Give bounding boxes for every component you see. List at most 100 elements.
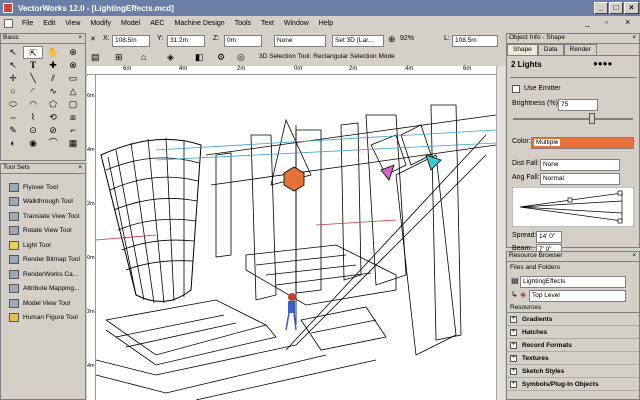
dimension-tool-icon[interactable]: ⇔ <box>3 111 23 124</box>
doc-close-icon[interactable]: × <box>625 17 630 27</box>
oip-close-icon[interactable]: × <box>632 34 636 41</box>
3d-selection-tool-icon[interactable]: ⇱ <box>23 46 43 59</box>
file-select[interactable]: LightingEffects <box>520 276 626 288</box>
light-spread-diagram[interactable] <box>512 187 634 227</box>
render-bitmap-tool[interactable]: Render Bitmap Tool <box>1 253 85 268</box>
resource-textures[interactable]: + Textures <box>507 352 639 365</box>
polygon-tool-icon[interactable]: ⬠ <box>43 98 63 111</box>
resource-sketch-styles[interactable]: + Sketch Styles <box>507 365 639 378</box>
menu-window[interactable]: Window <box>279 20 314 27</box>
document-icon[interactable] <box>4 18 13 28</box>
eyedropper-tool-icon[interactable]: ✎ <box>3 124 23 137</box>
use-emitter-checkbox[interactable] <box>512 85 520 93</box>
zoom-tool-icon[interactable]: ⊕ <box>63 46 83 59</box>
z-field[interactable]: 0m <box>224 35 262 47</box>
spiral-tool-icon[interactable]: ◠ <box>23 98 43 111</box>
zoom-icon[interactable]: ⊕ <box>388 34 396 45</box>
view-icon[interactable]: ▤ <box>91 52 100 63</box>
standard-views-icon[interactable]: ⊞ <box>115 52 123 63</box>
renderworks-camera-tool[interactable]: RenderWorks Ca... <box>1 267 85 282</box>
expand-icon[interactable]: + <box>510 341 517 349</box>
light-object-cyan[interactable] <box>425 154 442 171</box>
menu-model[interactable]: Model <box>116 20 145 27</box>
tool-icon[interactable]: ⚙ <box>217 52 225 63</box>
rounded-rect-tool-icon[interactable]: ▢ <box>63 98 83 111</box>
color-swatch[interactable]: Multiple <box>531 137 634 149</box>
connect-tool-icon[interactable]: ⌐ <box>63 124 83 137</box>
circle-tool-icon[interactable]: ○ <box>3 85 23 98</box>
x-field[interactable]: 108.5m <box>112 35 150 47</box>
menu-view[interactable]: View <box>60 20 85 27</box>
maximize-button[interactable]: □ <box>609 2 623 14</box>
light-tool[interactable]: Light Tool <box>1 238 85 253</box>
symbol-tool-icon[interactable]: ▦ <box>63 137 83 150</box>
expand-icon[interactable]: + <box>510 380 517 388</box>
trim-tool-icon[interactable]: ⌒ <box>43 137 63 150</box>
polyline-tool-icon[interactable]: △ <box>63 85 83 98</box>
tab-data[interactable]: Data <box>537 44 564 55</box>
line-tool-icon[interactable]: ╲ <box>23 72 43 85</box>
clip-tool-icon[interactable]: ⊙ <box>23 124 43 137</box>
translate-view-tool[interactable]: Translate View Tool <box>1 209 85 224</box>
menu-tools[interactable]: Tools <box>230 20 256 27</box>
menu-edit[interactable]: Edit <box>38 20 60 27</box>
mirror-tool-icon[interactable]: ⟲ <box>43 111 63 124</box>
more-options-icon[interactable]: ●●●● <box>593 59 612 68</box>
doc-minimize-icon[interactable]: _ <box>585 18 589 27</box>
human-figure[interactable] <box>285 293 297 331</box>
attribute-tool-icon[interactable]: ◐ <box>3 137 23 150</box>
y-field[interactable]: 31.2m <box>167 35 205 47</box>
spread-field[interactable]: 14' 0" <box>536 231 562 243</box>
ang-fall-select[interactable]: Normal <box>540 173 620 185</box>
l-field[interactable]: 108.5m <box>452 35 498 47</box>
double-line-tool-icon[interactable]: ⫽ <box>43 72 63 85</box>
walkthrough-tool[interactable]: Walkthrough Tool <box>1 195 85 210</box>
rb-close-icon[interactable]: × <box>632 252 636 259</box>
human-figure-tool[interactable]: Human Figure Tool <box>1 311 85 326</box>
brightness-slider-thumb[interactable] <box>589 113 595 124</box>
resource-hatches[interactable]: + Hatches <box>507 326 639 339</box>
brightness-field[interactable]: 75 <box>558 99 598 111</box>
arc-tool-icon[interactable]: ◜ <box>23 85 43 98</box>
render-icon[interactable]: ◈ <box>167 52 174 63</box>
offset-tool-icon[interactable]: ⧈ <box>63 111 83 124</box>
split-tool-icon[interactable]: ⊘ <box>43 124 63 137</box>
oval-tool-icon[interactable]: ⬭ <box>3 98 23 111</box>
menu-help[interactable]: Help <box>314 20 338 27</box>
level-select[interactable]: Top Level <box>529 290 626 302</box>
text-tool-icon[interactable]: T <box>23 59 43 72</box>
rotate-view-tool[interactable]: Rotate View Tool <box>1 224 85 239</box>
resource-gradients[interactable]: + Gradients <box>507 313 639 326</box>
expand-icon[interactable]: + <box>510 367 517 375</box>
home-icon[interactable]: ⌂ <box>141 52 146 62</box>
projection-icon[interactable]: ◧ <box>195 52 204 63</box>
rectangle-tool-icon[interactable]: ▭ <box>63 72 83 85</box>
minimize-button[interactable]: _ <box>594 2 608 14</box>
dist-fall-select[interactable]: None <box>540 159 620 171</box>
locus-tool-icon[interactable]: ✛ <box>3 72 23 85</box>
walkthrough-tool-icon[interactable]: ✚ <box>43 59 63 72</box>
tab-render[interactable]: Render <box>563 44 597 55</box>
menu-aec[interactable]: AEC <box>145 20 169 27</box>
menu-text[interactable]: Text <box>256 20 279 27</box>
resource-record-formats[interactable]: + Record Formats <box>507 339 639 352</box>
pan-tool-icon[interactable]: ✋ <box>43 46 63 59</box>
class-select[interactable]: None <box>274 35 326 47</box>
light-object-magenta[interactable] <box>380 164 395 181</box>
vertical-scrollbar[interactable] <box>496 66 505 400</box>
menu-file[interactable]: File <box>17 20 38 27</box>
expand-icon[interactable]: + <box>510 328 517 336</box>
expand-icon[interactable]: + <box>510 315 517 323</box>
close-button[interactable]: × <box>624 2 639 14</box>
model-view-tool[interactable]: Model View Tool <box>1 296 85 311</box>
light-object-orange[interactable] <box>283 166 305 192</box>
toolsets-close-icon[interactable]: × <box>78 164 82 171</box>
attribute-mapping-tool[interactable]: Attribute Mapping... <box>1 282 85 297</box>
wireframe-canvas[interactable] <box>96 75 496 400</box>
wireframe-model[interactable] <box>96 75 496 400</box>
rotate-tool-icon[interactable]: ⊗ <box>63 59 83 72</box>
palette-close-icon[interactable]: × <box>78 34 82 41</box>
menu-machine-design[interactable]: Machine Design <box>170 20 230 27</box>
freehand-tool-icon[interactable]: ∿ <box>43 85 63 98</box>
resource-symbols[interactable]: + Symbols/Plug-In Objects <box>507 378 639 391</box>
